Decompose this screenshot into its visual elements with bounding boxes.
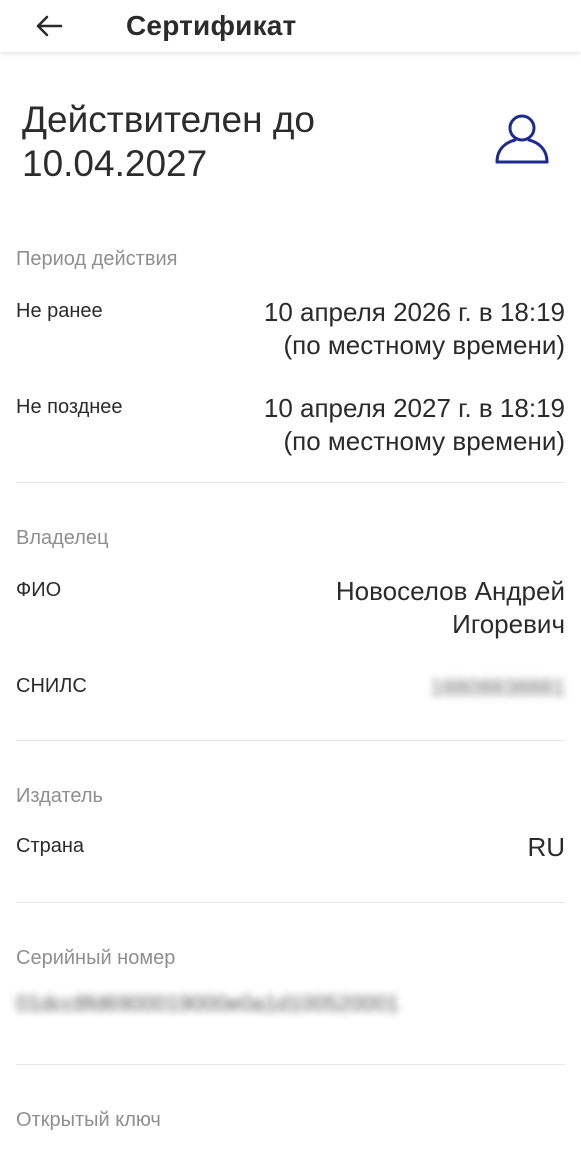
owner-section-title: Владелец <box>16 527 109 549</box>
validity-hero: Действителен до 10.04.2027 <box>16 52 565 234</box>
not-after-value: 10 апреля 2027 г. в 18:19 (по местному в… <box>263 393 565 456</box>
country-label: Страна <box>16 835 85 857</box>
validity-section: Период действия Не ранее 10 апреля 2026 … <box>16 234 565 483</box>
not-before-value: 10 апреля 2026 г. в 18:19 (по местному в… <box>263 297 565 360</box>
page-title: Сертификат <box>126 10 297 41</box>
country-value: RU <box>527 832 565 862</box>
not-before-label: Не ранее <box>16 300 103 322</box>
serial-section-title: Серийный номер <box>16 947 176 969</box>
snils-label: СНИЛС <box>16 675 87 697</box>
valid-until-title: Действителен до 10.04.2027 <box>22 99 316 184</box>
validity-section-title: Период действия <box>16 248 178 270</box>
snils-row: СНИЛС 18808838881 <box>16 671 565 731</box>
public-key-section-title: Открытый ключ <box>16 1109 161 1131</box>
serial-number-value: 01dcc8fd6900019000e0a1d100520001 <box>16 991 399 1016</box>
fio-label: ФИО <box>16 579 62 601</box>
owner-section: Владелец ФИО Новоселов Андрей Игоревич С… <box>16 483 565 741</box>
not-after-row: Не позднее 10 апреля 2027 г. в 18:19 (по… <box>16 392 565 482</box>
not-after-label: Не позднее <box>16 396 123 418</box>
country-row: Страна RU <box>16 821 565 864</box>
back-button[interactable] <box>34 11 64 41</box>
not-before-row: Не ранее 10 апреля 2026 г. в 18:19 (по м… <box>16 284 565 392</box>
app-bar: Сертификат <box>0 0 581 52</box>
fio-value: Новоселов Андрей Игоревич <box>335 576 565 639</box>
issuer-section: Издатель Страна RU <box>16 741 565 903</box>
fio-row: ФИО Новоселов Андрей Игоревич <box>16 563 565 671</box>
serial-section: Серийный номер 01dcc8fd6900019000e0a1d10… <box>16 903 565 1065</box>
user-outline-icon <box>495 114 549 164</box>
public-key-section: Открытый ключ <box>16 1065 565 1145</box>
certificate-details: Действителен до 10.04.2027 Период действ… <box>0 52 581 1145</box>
arrow-left-icon <box>36 15 63 37</box>
issuer-section-title: Издатель <box>16 785 103 807</box>
snils-value: 18808838881 <box>430 675 565 700</box>
